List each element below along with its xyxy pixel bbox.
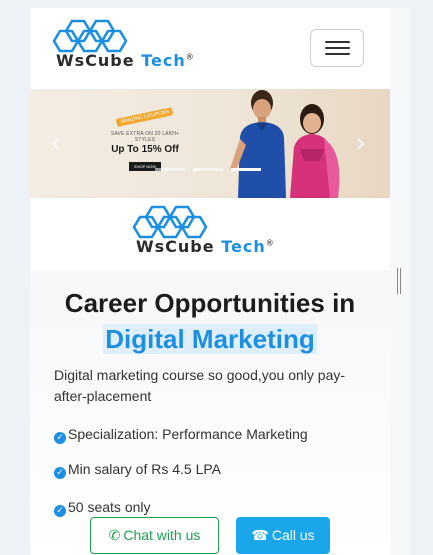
hero-description: Digital marketing course so good,you onl… bbox=[54, 367, 346, 404]
promo-subline: SAVE EXTRA ON 20 LAKH+ STYLES bbox=[110, 131, 180, 143]
indicator-3[interactable] bbox=[231, 168, 261, 171]
wscube-logo-hexagons bbox=[132, 205, 208, 239]
brand-accent: Tech bbox=[141, 51, 186, 70]
feature-item: ✓ Min salary of Rs 4.5 LPA bbox=[54, 461, 221, 479]
highlighted-phrase: Digital Marketing bbox=[103, 324, 317, 354]
phone-icon: ☎ bbox=[251, 528, 269, 544]
chevron-left-icon[interactable]: ‹ bbox=[50, 129, 61, 157]
promo-text: AMAZING COUPONS SAVE EXTRA ON 20 LAKH+ S… bbox=[100, 105, 190, 173]
page: WsCube Tech® AMAZING COUPONS SAVE EXTRA … bbox=[30, 8, 390, 555]
registered-mark: ® bbox=[185, 52, 195, 62]
hero-title-highlight: Digital Marketing bbox=[30, 324, 390, 355]
coupon-tag: AMAZING COUPONS bbox=[116, 107, 174, 127]
registered-mark: ® bbox=[265, 238, 275, 248]
hero-title: Career Opportunities in bbox=[64, 288, 356, 318]
navbar: WsCube Tech® bbox=[30, 8, 390, 89]
models-image bbox=[230, 90, 340, 198]
feature-item: ✓ 50 seats only bbox=[54, 499, 151, 517]
brand-accent: Tech bbox=[221, 237, 266, 256]
feature-text: 50 seats only bbox=[68, 499, 151, 515]
feature-text: Specialization: Performance Marketing bbox=[68, 426, 308, 442]
chat-with-us-button[interactable]: ✆ Chat with us bbox=[90, 517, 219, 554]
brand-wordmark: WsCube Tech® bbox=[136, 237, 275, 256]
resize-handle[interactable] bbox=[397, 268, 403, 294]
check-circle-icon: ✓ bbox=[54, 467, 66, 479]
call-us-button[interactable]: ☎ Call us bbox=[236, 517, 330, 554]
check-circle-icon: ✓ bbox=[54, 432, 66, 444]
feature-text: Min salary of Rs 4.5 LPA bbox=[68, 461, 222, 477]
hero-section: Career Opportunities in Digital Marketin… bbox=[30, 270, 390, 555]
menu-toggle-button[interactable] bbox=[310, 29, 364, 67]
wscube-logo-hexagons[interactable] bbox=[52, 19, 128, 53]
chevron-right-icon[interactable]: › bbox=[355, 129, 366, 157]
promo-headline: Up To 15% Off bbox=[111, 144, 179, 155]
check-circle-icon: ✓ bbox=[54, 505, 66, 517]
brand-logo-strip: WsCube Tech® bbox=[30, 198, 390, 270]
promo-carousel[interactable]: AMAZING COUPONS SAVE EXTRA ON 20 LAKH+ S… bbox=[30, 89, 390, 198]
whatsapp-icon: ✆ bbox=[108, 528, 121, 544]
call-label: Call us bbox=[271, 527, 315, 543]
feature-item: ✓ Specialization: Performance Marketing bbox=[54, 426, 308, 444]
indicator-1[interactable] bbox=[155, 168, 185, 171]
brand-wordmark[interactable]: WsCube Tech® bbox=[56, 51, 195, 70]
brand-name: WsCube bbox=[56, 51, 135, 70]
indicator-2[interactable] bbox=[193, 168, 223, 171]
brand-name: WsCube bbox=[136, 237, 215, 256]
hamburger-menu-icon bbox=[325, 41, 350, 43]
chat-label: Chat with us bbox=[123, 527, 201, 543]
